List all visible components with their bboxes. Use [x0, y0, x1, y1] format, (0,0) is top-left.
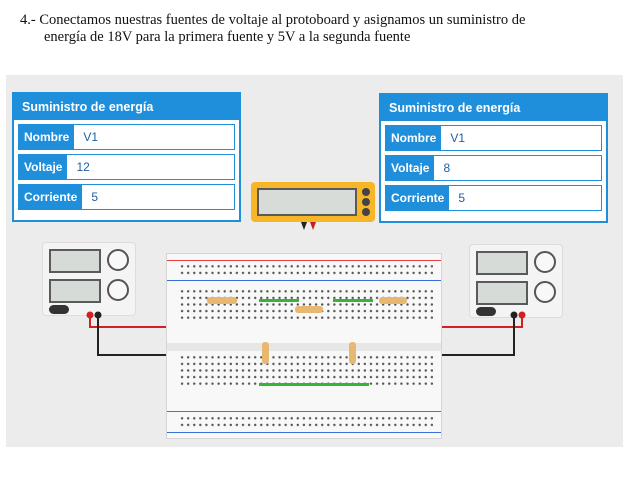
red-wire[interactable]: [89, 315, 166, 328]
instruction-caption: 4.- Conectamos nuestras fuentes de volta…: [20, 12, 620, 46]
right-supply-negative-terminal[interactable]: [510, 311, 518, 319]
caption-line-2: energía de 18V para la primera fuente y …: [44, 29, 411, 45]
right-supply-positive-terminal[interactable]: [518, 311, 526, 319]
left-supply-negative-terminal[interactable]: [94, 311, 102, 319]
wire-layer: [86, 311, 526, 356]
red-wire[interactable]: [442, 315, 523, 328]
black-wire[interactable]: [97, 315, 166, 356]
caption-line-1: 4.- Conectamos nuestras fuentes de volta…: [20, 12, 526, 28]
black-wire[interactable]: [442, 315, 515, 356]
circuit-canvas[interactable]: Suministro de energía Nombre V1 Voltaje …: [6, 75, 623, 447]
left-supply-positive-terminal[interactable]: [86, 311, 94, 319]
